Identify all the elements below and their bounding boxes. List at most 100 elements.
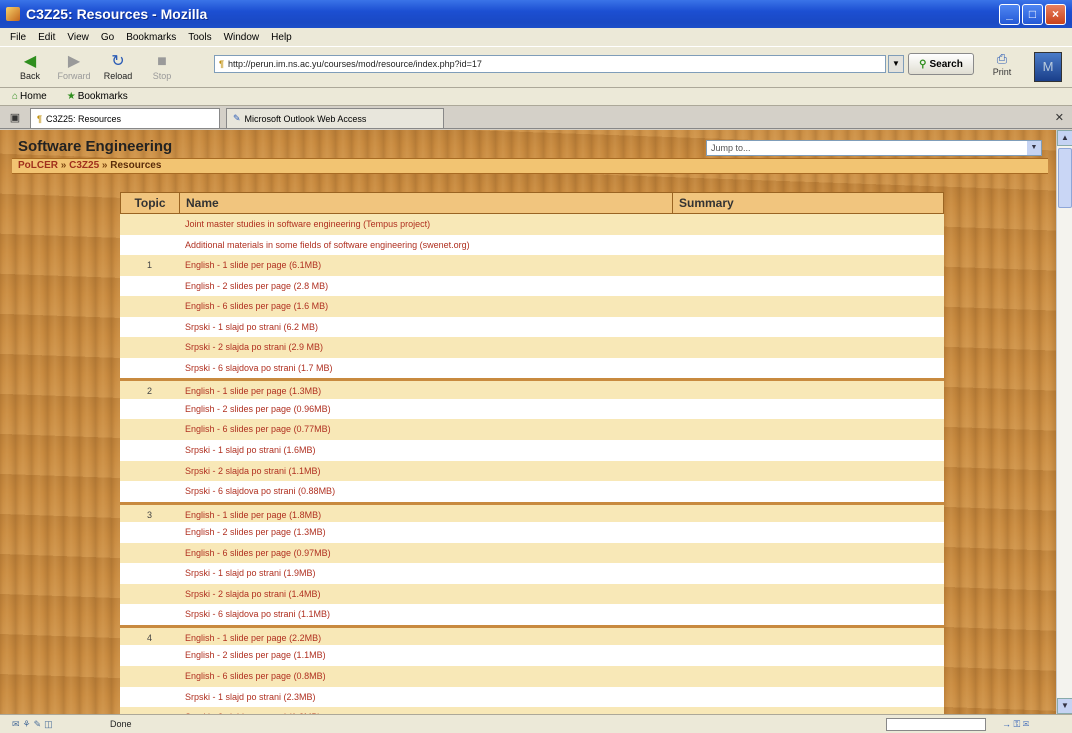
vertical-scrollbar[interactable]: ▲ ▼ [1056,130,1072,714]
header-summary: Summary [679,196,734,210]
minimize-button[interactable]: _ [999,3,1020,25]
back-label: Back [19,71,40,81]
resource-link[interactable]: Srpski - 6 slajdova po strani (1.7 MB) [179,358,672,379]
resource-link[interactable]: English - 2 slides per page (1.1MB) [179,645,672,666]
resource-link[interactable]: Srpski - 1 slajd po strani (6.2 MB) [179,317,672,338]
menu-file[interactable]: File [10,32,26,43]
table-row: Srpski - 6 slajdova po strani (0.88MB) [120,481,944,502]
back-button[interactable]: ◀ Back [8,53,52,81]
table-row: English - 6 slides per page (0.97MB) [120,542,944,564]
component-bar-icons[interactable]: ✉⚘✎◫ [0,719,110,730]
outlook-icon: ✎ [233,113,241,123]
scroll-up-icon[interactable]: ▲ [1057,130,1072,146]
tab-resources[interactable]: ¶ C3Z25: Resources [30,108,220,128]
topic-cell: 1 [146,260,152,271]
topic-cell [120,461,179,482]
resource-link[interactable]: English - 2 slides per page (0.96MB) [179,399,672,420]
resource-link[interactable]: English - 6 slides per page (0.97MB) [179,543,672,564]
menu-go[interactable]: Go [101,32,114,43]
resource-link[interactable]: English - 2 slides per page (1.3MB) [179,522,672,543]
table-row: English - 6 slides per page (0.77MB) [120,419,944,441]
menu-tools[interactable]: Tools [188,32,211,43]
scroll-down-icon[interactable]: ▼ [1057,698,1072,714]
back-arrow-icon: ◀ [23,53,37,70]
breadcrumb-separator: » [101,160,108,171]
summary-cell [672,505,944,523]
scroll-thumb[interactable] [1058,148,1072,208]
resource-link[interactable]: English - 6 slides per page (1.6 MB) [179,296,672,317]
topic-cell [120,399,179,420]
resource-link[interactable]: Joint master studies in software enginee… [179,214,672,235]
topic-cell [120,666,179,687]
resource-link[interactable]: Srpski - 6 slajdova po strani (0.88MB) [179,481,672,502]
close-tab-icon[interactable]: ✕ [1055,111,1064,124]
resource-link[interactable]: Srpski - 6 slajdova po strani (1.1MB) [179,604,672,625]
jump-to-select[interactable]: Jump to... ▼ [706,140,1042,156]
resource-link[interactable]: Srpski - 1 slajd po strani (1.9MB) [179,563,672,584]
resource-link[interactable]: Srpski - 1 slajd po strani (1.6MB) [179,440,672,461]
resource-link[interactable]: English - 1 slide per page (1.8MB) [179,505,672,523]
resource-link[interactable]: English - 6 slides per page (0.77MB) [179,419,672,440]
resource-link[interactable]: Srpski - 2 slajda po strani (1.2MB) [179,707,672,714]
table-row: Srpski - 2 slajda po strani (1.2MB) [120,707,944,714]
search-icon: ⚲ [919,58,927,70]
mozilla-throbber-icon[interactable]: M [1034,52,1062,82]
home-link[interactable]: ⌂ Home [12,91,57,102]
resource-link[interactable]: Srpski - 2 slajda po strani (2.9 MB) [179,337,672,358]
reload-button[interactable]: ↻ Reload [96,53,140,81]
table-row: English - 6 slides per page (1.6 MB) [120,296,944,317]
printer-icon: ⎙ [996,51,1008,66]
resource-link[interactable]: English - 1 slide per page (1.3MB) [179,381,672,399]
bookmarks-toolbar: ⌂ Home ★ Bookmarks [0,88,1072,106]
table-row: Srpski - 1 slajd po strani (1.6MB) [120,440,944,461]
resource-link[interactable]: English - 2 slides per page (2.8 MB) [179,276,672,297]
mozilla-icon [6,7,20,21]
table-row: English - 2 slides per page (2.8 MB) [120,275,944,297]
menu-window[interactable]: Window [224,32,260,43]
stop-button[interactable]: ■ Stop [140,53,184,81]
menu-view[interactable]: View [67,32,89,43]
print-button[interactable]: ⎙ Print [982,51,1022,77]
summary-cell [672,687,944,708]
forward-button[interactable]: ▶ Forward [52,53,96,81]
close-window-button[interactable]: × [1045,3,1066,25]
menu-bookmarks[interactable]: Bookmarks [126,32,176,43]
table-row: 4 English - 1 slide per page (2.2MB) [120,624,944,646]
resource-link[interactable]: Srpski - 1 slajd po strani (2.3MB) [179,687,672,708]
table-row: 2 English - 1 slide per page (1.3MB) [120,378,944,399]
menu-edit[interactable]: Edit [38,32,55,43]
bookmarks-link[interactable]: ★ Bookmarks [67,91,138,102]
table-row: English - 6 slides per page (0.8MB) [120,666,944,687]
resource-link[interactable]: English - 6 slides per page (0.8MB) [179,666,672,687]
menu-help[interactable]: Help [271,32,292,43]
home-label: Home [20,91,47,102]
search-button[interactable]: ⚲ Search [908,53,974,75]
summary-cell [672,707,944,714]
summary-cell [672,235,944,256]
tab-outlook[interactable]: ✎ Microsoft Outlook Web Access [226,108,444,128]
url-input[interactable]: ¶ http://perun.im.ns.ac.yu/courses/mod/r… [214,55,886,73]
resource-link[interactable]: Additional materials in some fields of s… [179,235,672,256]
topic-cell [120,563,179,584]
topic-cell [120,687,179,708]
resource-link[interactable]: English - 1 slide per page (6.1MB) [179,255,672,276]
site-favicon: ¶ [219,59,225,69]
summary-cell [672,461,944,482]
summary-cell [672,419,944,440]
breadcrumb-root[interactable]: PoLCER [18,160,58,171]
breadcrumb-course[interactable]: C3Z25 [69,160,99,171]
resource-link[interactable]: Srpski - 2 slajda po strani (1.1MB) [179,461,672,482]
resource-link[interactable]: Srpski - 2 slajda po strani (1.4MB) [179,584,672,605]
table-row: Joint master studies in software enginee… [120,214,944,235]
topic-cell [120,604,179,625]
maximize-button[interactable]: □ [1022,3,1043,25]
reload-icon: ↻ [111,53,125,70]
resource-link[interactable]: English - 1 slide per page (2.2MB) [179,628,672,646]
topic-cell [120,317,179,338]
topic-cell: 3 [146,509,152,520]
url-dropdown-icon[interactable]: ▼ [888,55,904,73]
tab-bar: ▣ ¶ C3Z25: Resources ✎ Microsoft Outlook… [0,107,1072,129]
table-row: Srpski - 2 slajda po strani (2.9 MB) [120,337,944,358]
new-tab-icon[interactable]: ▣ [0,106,30,128]
summary-cell [672,522,944,543]
